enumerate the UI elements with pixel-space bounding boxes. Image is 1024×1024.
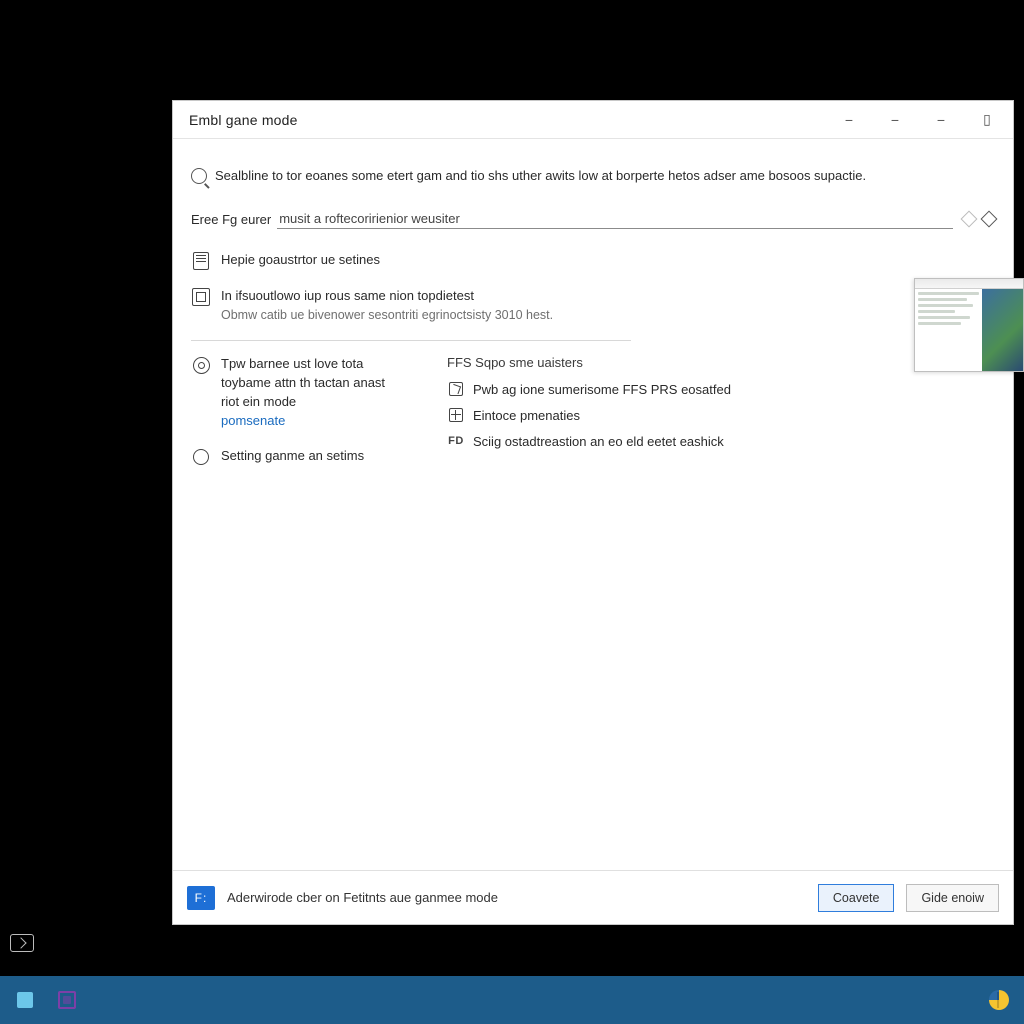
info-subtitle: Obmw catib ue bivenower sesontriti egrin…: [221, 306, 553, 324]
window-title: Embl gane mode: [189, 112, 839, 128]
fd-icon: FD: [447, 432, 465, 450]
tow-link[interactable]: pomsenate: [221, 413, 285, 428]
info-text-block: In ifsuoutlowo iup rous same nion topdie…: [221, 287, 553, 324]
titlebar: Embl gane mode − − − ▯: [173, 101, 1013, 139]
window-content: Sealbline to tor eoanes some etert gam a…: [173, 139, 1013, 870]
help-text: Hepie goaustrtor ue setines: [221, 251, 380, 270]
window-preview-thumbnail[interactable]: [914, 278, 1024, 372]
intro-row: Sealbline to tor eoanes some etert gam a…: [191, 167, 995, 185]
grid-box-icon: [447, 406, 465, 424]
help-row[interactable]: Hepie goaustrtor ue setines: [191, 251, 995, 271]
main-input[interactable]: [277, 209, 953, 229]
right-row-2-text: Eintoce pmenaties: [473, 408, 580, 423]
input-label: Eree Fg eurer: [191, 212, 275, 227]
info-row[interactable]: In ifsuoutlowo iup rous same nion topdie…: [191, 287, 995, 324]
settings-window: Embl gane mode − − − ▯ Sealbline to tor …: [172, 100, 1014, 925]
ok-button[interactable]: Coavete: [818, 884, 895, 912]
left-column: Tpw barnee ust love tota toybame attn th…: [191, 355, 401, 482]
search-icon: [191, 168, 207, 184]
setting-row[interactable]: Setting ganme an setims: [191, 447, 401, 467]
tow-text-block: Tpw barnee ust love tota toybame attn th…: [221, 355, 401, 430]
taskbar-app-2[interactable]: [56, 989, 78, 1011]
divider: [191, 340, 631, 341]
right-row-2[interactable]: Eintoce pmenaties: [447, 406, 995, 424]
minimize-button[interactable]: −: [839, 110, 859, 130]
restore-button[interactable]: −: [885, 110, 905, 130]
right-row-3-text: Sciig ostadtreastion an eo eld eetet eas…: [473, 434, 724, 449]
tow-row[interactable]: Tpw barnee ust love tota toybame attn th…: [191, 355, 401, 430]
intro-text: Sealbline to tor eoanes some etert gam a…: [215, 167, 866, 185]
footer-text: Aderwirode cber on Fetitnts aue ganmee m…: [227, 890, 806, 905]
tow-title: Tpw barnee ust love tota toybame attn th…: [221, 355, 401, 412]
spacer-button[interactable]: −: [931, 110, 951, 130]
input-row: Eree Fg eurer: [191, 209, 995, 229]
close-button[interactable]: ▯: [977, 110, 997, 130]
diamond-icon[interactable]: [981, 211, 998, 228]
two-column-area: Tpw barnee ust love tota toybame attn th…: [191, 355, 995, 482]
info-title: In ifsuoutlowo iup rous same nion topdie…: [221, 287, 553, 306]
info-box-icon: [191, 287, 211, 307]
radio-icon: [191, 447, 211, 467]
desktop-tag-icon[interactable]: [10, 934, 34, 952]
right-column: FFS Sqpo sme uaisters Pwb ag ione sumeri…: [447, 355, 995, 458]
tray-shield-icon[interactable]: [988, 989, 1010, 1011]
cancel-button[interactable]: Gide enoiw: [906, 884, 999, 912]
right-row-1[interactable]: Pwb ag ione sumerisome FFS PRS eosatfed: [447, 380, 995, 398]
taskbar-app-1[interactable]: [14, 989, 36, 1011]
right-row-3[interactable]: FD Sciig ostadtreastion an eo eld eetet …: [447, 432, 995, 450]
footer-app-icon: F:: [187, 886, 215, 910]
gear-icon: [191, 355, 211, 375]
right-column-header: FFS Sqpo sme uaisters: [447, 355, 995, 370]
pen-box-icon: [447, 380, 465, 398]
setting-text: Setting ganme an setims: [221, 447, 364, 466]
input-trailing-icons: [955, 213, 995, 225]
window-footer: F: Aderwirode cber on Fetitnts aue ganme…: [173, 870, 1013, 924]
help-doc-icon: [191, 251, 211, 271]
window-controls: − − − ▯: [839, 110, 1013, 130]
right-row-1-text: Pwb ag ione sumerisome FFS PRS eosatfed: [473, 382, 731, 397]
diamond-outline-icon[interactable]: [961, 211, 978, 228]
taskbar: [0, 976, 1024, 1024]
